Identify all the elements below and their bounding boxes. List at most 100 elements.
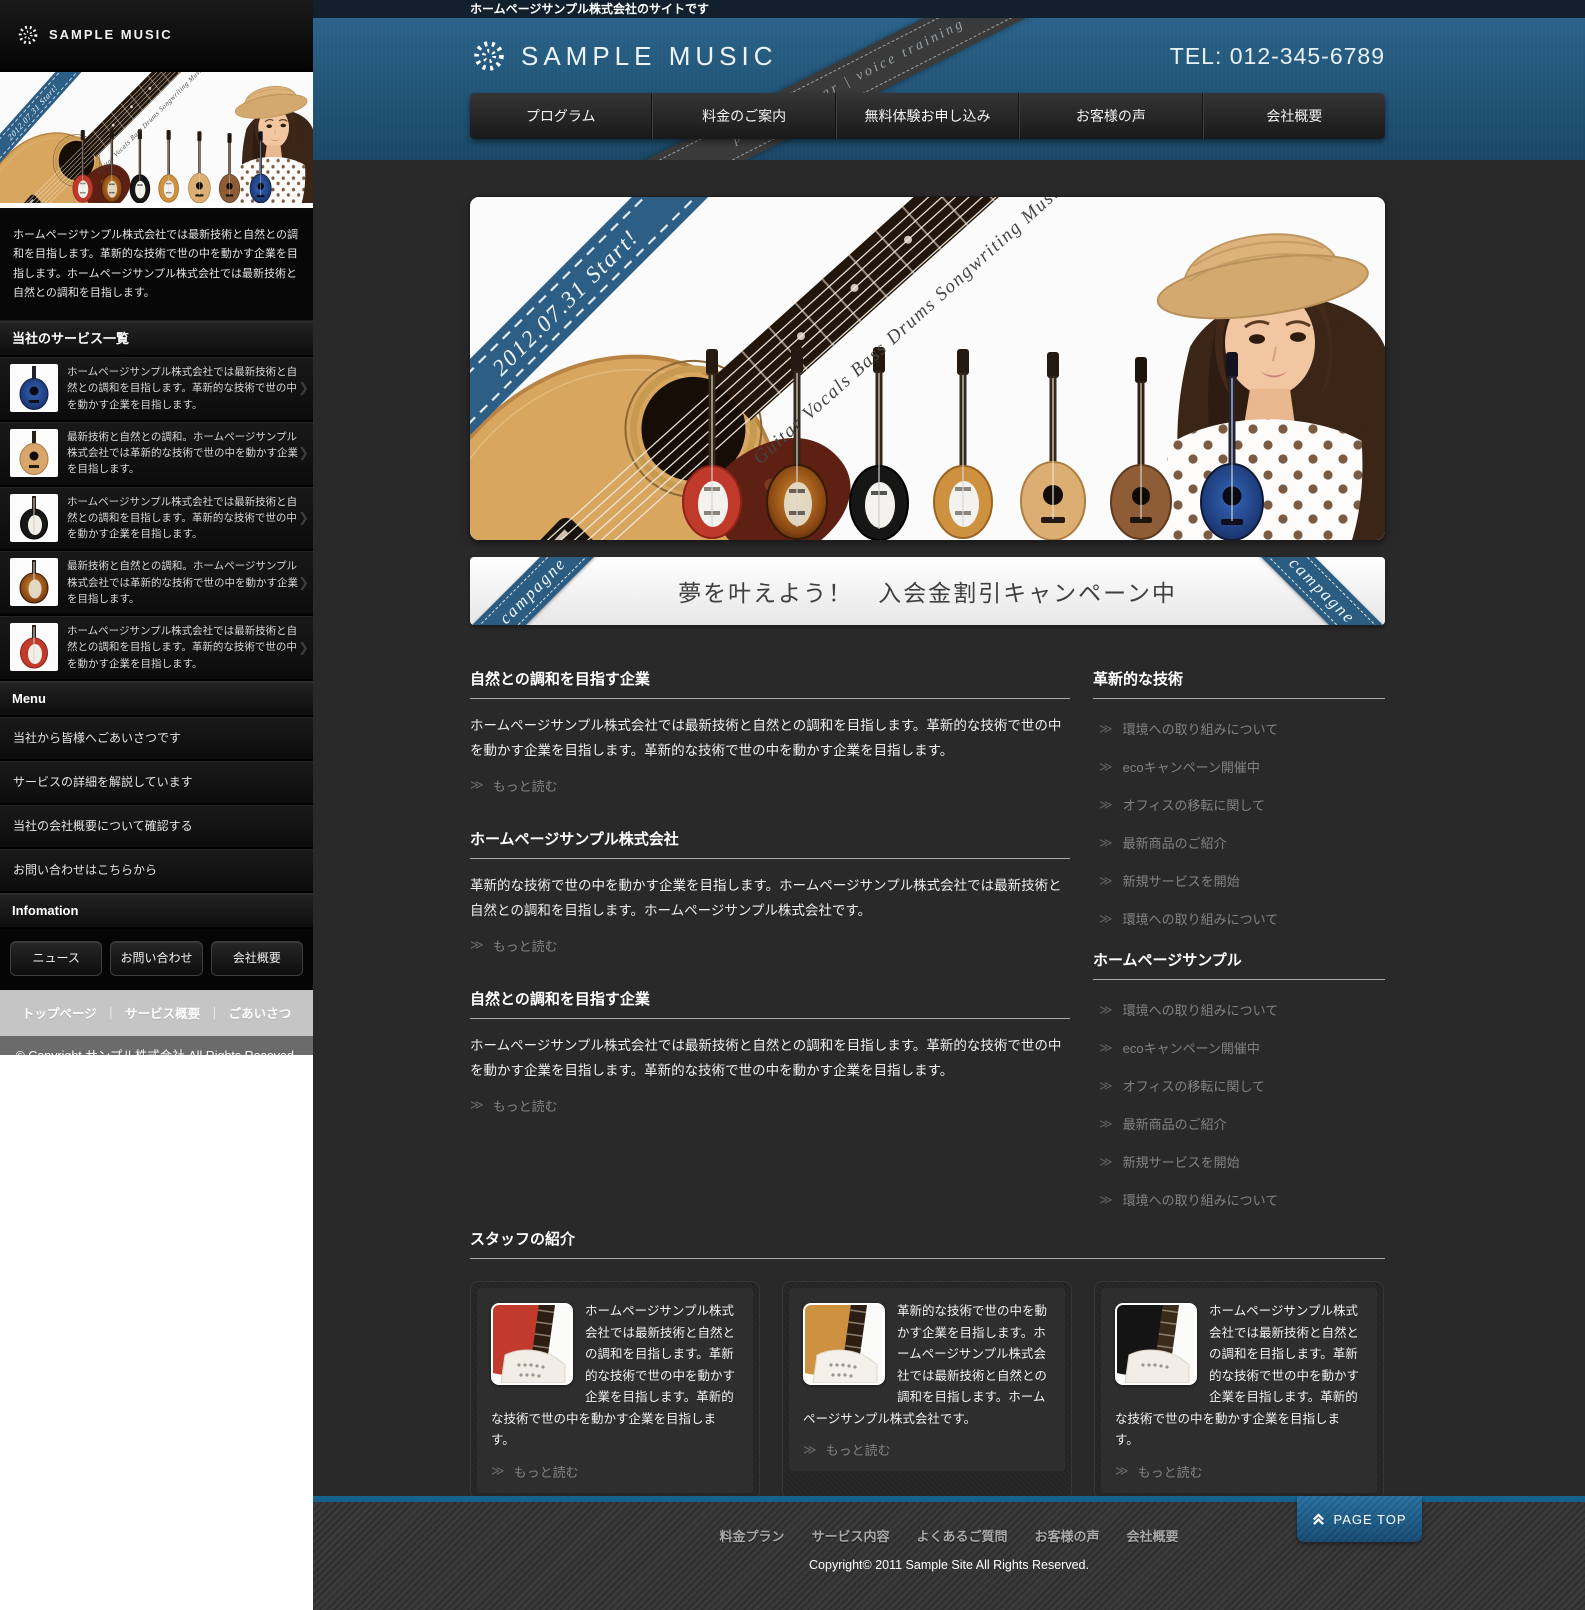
company-button[interactable]: 会社概要 xyxy=(211,941,303,976)
read-more-link[interactable]: ≫もっと読む xyxy=(491,1462,579,1481)
sidebar-menu-item-contact[interactable]: お問い合わせはこちらから xyxy=(0,849,313,893)
news-button[interactable]: ニュース xyxy=(10,941,102,976)
campaign-ribbon-label: campagne xyxy=(1285,557,1360,625)
main-content: campagne 夢を叶えよう！ 入会金割引キャンペーン中 campagne 自… xyxy=(470,160,1385,1500)
sidebar-service-item[interactable]: ホームページサンプル株式会社では最新技術と自然との調和を目指します。革新的な技術… xyxy=(0,616,313,681)
footer-copyright: Copyright© 2011 Sample Site All Rights R… xyxy=(313,1558,1585,1572)
sidebar-intro-text: ホームページサンプル株式会社では最新技術と自然との調和を目指します。革新的な技術… xyxy=(0,211,313,321)
article-title: ホームページサンプル株式会社 xyxy=(470,828,1070,859)
article: 自然との調和を目指す企業 ホームページサンプル株式会社では最新技術と自然との調和… xyxy=(470,988,1070,1115)
footer-link-company[interactable]: 会社概要 xyxy=(1127,1526,1179,1545)
footer-link-testimonials[interactable]: お客様の声 xyxy=(1035,1526,1100,1545)
news-link[interactable]: ≫ 環境への取り組みについて xyxy=(1099,719,1385,738)
campaign-ribbon-right: campagne xyxy=(1220,557,1385,625)
news-link[interactable]: ≫環境への取り組みについて xyxy=(1099,1000,1385,1019)
brand-name[interactable]: SAMPLE MUSIC xyxy=(521,41,778,72)
chevron-right-icon: ❯ xyxy=(298,445,309,461)
contact-button[interactable]: お問い合わせ xyxy=(110,941,202,976)
double-chevron-icon: ≫ xyxy=(1099,797,1113,813)
sidebar-service-item[interactable]: 最新技術と自然との調和。ホームページサンプル株式会社では革新的な技術で世の中を動… xyxy=(0,422,313,487)
sidebar-menu-item-greeting[interactable]: 当社から皆様へごあいさつです xyxy=(0,717,313,761)
double-chevron-icon: ≫ xyxy=(470,937,484,953)
nav-company[interactable]: 会社概要 xyxy=(1203,93,1385,139)
article-title: 自然との調和を目指す企業 xyxy=(470,988,1070,1019)
read-more-link[interactable]: ≫もっと読む xyxy=(470,936,558,955)
hero-image xyxy=(470,197,1385,540)
news-link-label: オフィスの移転に関して xyxy=(1123,1076,1265,1095)
sidebar-menu-item-services[interactable]: サービスの詳細を解説しています xyxy=(0,761,313,805)
sidebar-footer-link-service[interactable]: サービス概要 xyxy=(125,1003,200,1022)
separator: ｜ xyxy=(208,1003,221,1022)
sidebar-footer-links: トップページ ｜ サービス概要 ｜ ごあいさつ xyxy=(0,990,313,1036)
campaign-banner: campagne 夢を叶えよう！ 入会金割引キャンペーン中 campagne xyxy=(470,557,1385,625)
sunburst-guitar-thumb xyxy=(10,558,58,606)
sidebar-menu-item-company[interactable]: 当社の会社概要について確認する xyxy=(0,805,313,849)
read-more-label: もっと読む xyxy=(826,1440,891,1459)
news-link[interactable]: ≫最新商品のご紹介 xyxy=(1099,1114,1385,1133)
staff-section-title: スタッフの紹介 xyxy=(470,1228,1385,1259)
sidebar-footer-link-greeting[interactable]: ごあいさつ xyxy=(229,1003,292,1022)
chevron-right-icon: ❯ xyxy=(298,575,309,591)
sidebar-service-item[interactable]: ホームページサンプル株式会社では最新技術と自然との調和を目指します。革新的な技術… xyxy=(0,487,313,552)
staff-card: ホームページサンプル株式会社では最新技術と自然との調和を目指します。革新的な技術… xyxy=(1094,1281,1384,1500)
sidebar-services-title: 当社のサービス一覧 xyxy=(0,321,313,357)
news-link[interactable]: ≫ecoキャンペーン開催中 xyxy=(1099,757,1385,776)
news-link[interactable]: ≫最新商品のご紹介 xyxy=(1099,833,1385,852)
staff-card: ホームページサンプル株式会社では最新技術と自然との調和を目指します。革新的な技術… xyxy=(470,1281,760,1500)
sidebar: SAMPLE MUSIC ホームページサンプル株式会社では最新技術と自然との調和… xyxy=(0,0,313,1055)
news-link[interactable]: ≫ オフィスの移転に関して xyxy=(1099,795,1385,814)
nav-pricing[interactable]: 料金のご案内 xyxy=(652,93,835,139)
news-link-label: 環境への取り組みについて xyxy=(1123,1000,1279,1019)
main-nav: プログラム 料金のご案内 無料体験お申し込み お客様の声 会社概要 xyxy=(470,93,1385,139)
read-more-link[interactable]: ≫もっと読む xyxy=(470,1096,558,1115)
read-more-link[interactable]: ≫もっと読む xyxy=(1115,1462,1203,1481)
news-link-label: 新規サービスを開始 xyxy=(1123,871,1240,890)
sidebar-copyright: © Copyright サンプル株式会社 All Rights Reseved. xyxy=(0,1036,313,1055)
news-link[interactable]: ≫ecoキャンペーン開催中 xyxy=(1099,1038,1385,1057)
service-item-text: ホームページサンプル株式会社では最新技術と自然との調和を目指します。革新的な技術… xyxy=(67,494,305,543)
sidebar-service-item[interactable]: 最新技術と自然との調和。ホームページサンプル株式会社では革新的な技術で世の中を動… xyxy=(0,551,313,616)
read-more-link[interactable]: ≫ もっと読む xyxy=(803,1440,891,1459)
site-tagline: ホームページサンプル株式会社のサイトです xyxy=(313,0,1585,18)
double-chevron-icon: ≫ xyxy=(1099,721,1113,737)
footer-link-faq[interactable]: よくあるご質問 xyxy=(916,1526,1007,1545)
footer-link-pricing[interactable]: 料金プラン xyxy=(719,1526,784,1545)
nav-program[interactable]: プログラム xyxy=(470,93,652,139)
chevron-right-icon: ❯ xyxy=(298,380,309,396)
sidebar-footer-link-top[interactable]: トップページ xyxy=(22,1003,97,1022)
separator: ｜ xyxy=(105,1003,118,1022)
natural-guitar-thumb xyxy=(10,429,58,477)
brand-rosette-icon xyxy=(470,37,508,75)
news-link-label: 環境への取り組みについて xyxy=(1123,719,1279,738)
nav-free-trial[interactable]: 無料体験お申し込み xyxy=(836,93,1019,139)
sidebar-button-row: ニュース お問い合わせ 会社概要 xyxy=(0,929,313,990)
page-top-button[interactable]: PAGE TOP xyxy=(1297,1496,1422,1542)
article-title: 自然との調和を目指す企業 xyxy=(470,668,1070,699)
campaign-text: 夢を叶えよう！ 入会金割引キャンペーン中 xyxy=(678,574,1177,608)
double-chevron-icon: ≫ xyxy=(803,1442,817,1458)
news-link[interactable]: ≫オフィスの移転に関して xyxy=(1099,1076,1385,1095)
footer-link-services[interactable]: サービス内容 xyxy=(811,1526,889,1545)
page: SAMPLE MUSIC ホームページサンプル株式会社では最新技術と自然との調和… xyxy=(0,0,1585,1610)
brand-rosette-icon xyxy=(16,23,40,47)
article-body: ホームページサンプル株式会社では最新技術と自然との調和を目指します。革新的な技術… xyxy=(470,714,1070,764)
news-section-title: 革新的な技術 xyxy=(1093,668,1385,699)
service-item-text: 最新技術と自然との調和。ホームページサンプル株式会社では革新的な技術で世の中を動… xyxy=(67,558,305,607)
campaign-ribbon-label: campagne xyxy=(496,557,571,625)
sidebar-service-item[interactable]: ホームページサンプル株式会社では最新技術と自然との調和を目指します。革新的な技術… xyxy=(0,357,313,422)
double-chevron-icon: ≫ xyxy=(470,1097,484,1113)
sidebar-hero-image xyxy=(0,70,313,211)
news-link[interactable]: ≫環境への取り組みについて xyxy=(1099,1190,1385,1209)
news-link-label: ecoキャンペーン開催中 xyxy=(1123,1038,1260,1057)
read-more-link[interactable]: ≫もっと読む xyxy=(470,776,558,795)
news-link[interactable]: ≫環境への取り組みについて xyxy=(1099,909,1385,928)
chevron-right-icon: ❯ xyxy=(298,510,309,526)
news-link[interactable]: ≫新規サービスを開始 xyxy=(1099,1152,1385,1171)
black-bass-closeup-thumb xyxy=(1115,1303,1197,1385)
red-guitar-closeup-thumb xyxy=(491,1303,573,1385)
news-link-label: オフィスの移転に関して xyxy=(1123,795,1265,814)
nav-testimonials[interactable]: お客様の声 xyxy=(1019,93,1202,139)
double-chevron-up-icon xyxy=(1312,1513,1325,1526)
double-chevron-icon: ≫ xyxy=(1099,873,1113,889)
news-link[interactable]: ≫ 新規サービスを開始 xyxy=(1099,871,1385,890)
